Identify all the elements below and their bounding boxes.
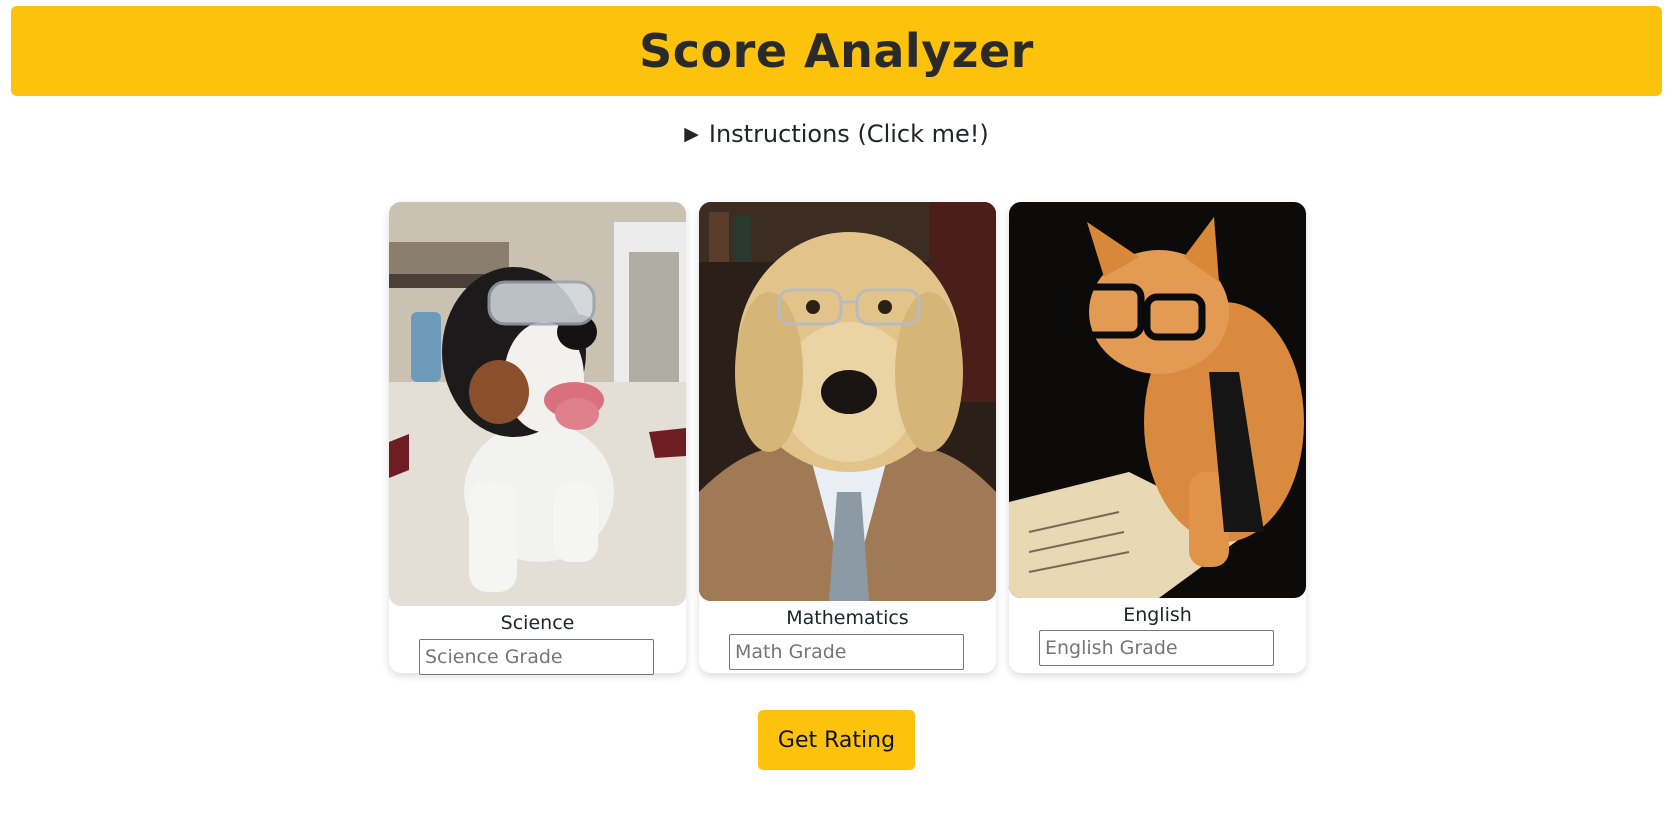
science-label: Science xyxy=(500,612,575,634)
header-banner: Score Analyzer xyxy=(11,6,1662,96)
science-dog-photo xyxy=(389,202,686,606)
subject-card-science: Science xyxy=(389,202,686,675)
english-label: English xyxy=(1123,604,1192,626)
english-cat-photo xyxy=(1009,202,1306,598)
page-title: Score Analyzer xyxy=(639,24,1034,78)
math-grade-input[interactable] xyxy=(729,634,964,670)
instructions-toggle[interactable]: ▶ Instructions (Click me!) xyxy=(0,120,1673,148)
triangle-right-icon: ▶ xyxy=(684,123,699,145)
instructions-label: Instructions (Click me!) xyxy=(708,120,989,148)
mathematics-dog-photo xyxy=(699,202,996,601)
english-grade-input[interactable] xyxy=(1039,630,1274,666)
mathematics-label: Mathematics xyxy=(786,607,909,629)
subject-card-english: English xyxy=(1009,202,1306,673)
get-rating-button[interactable]: Get Rating xyxy=(758,710,915,770)
science-grade-input[interactable] xyxy=(419,639,654,675)
subject-card-mathematics: Mathematics xyxy=(699,202,996,673)
